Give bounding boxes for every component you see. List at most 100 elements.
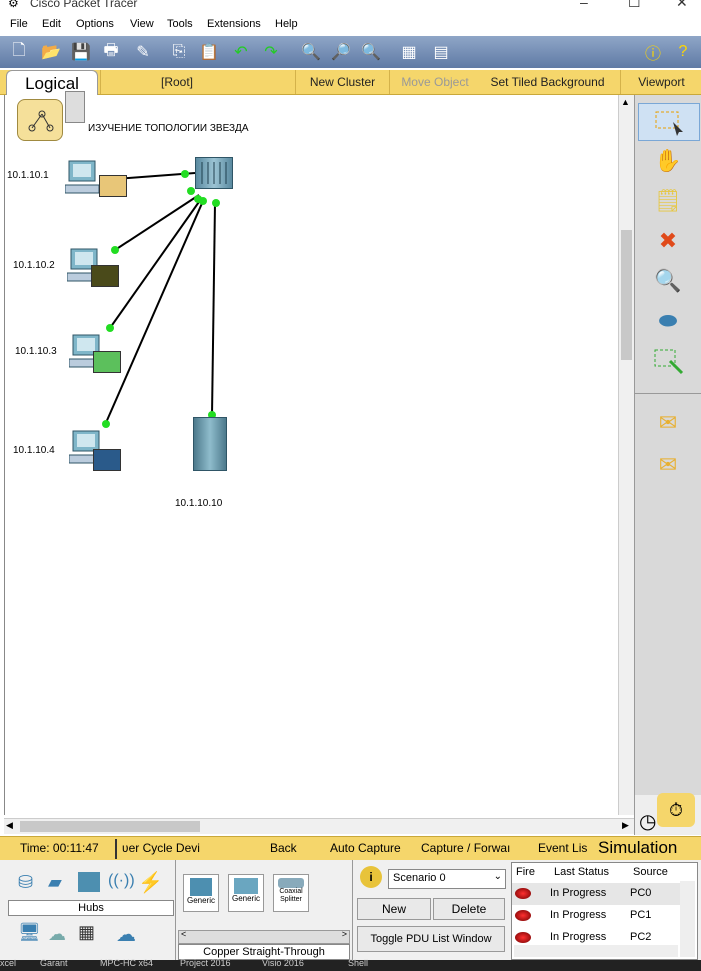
fire-icon[interactable]: [515, 932, 531, 943]
pdu-envelope-icon[interactable]: [93, 351, 121, 373]
zoom-in-icon[interactable]: 🔍: [300, 41, 322, 63]
menu-extensions[interactable]: Extensions: [207, 18, 261, 30]
link-pc1: [114, 194, 200, 251]
draw-shape-icon[interactable]: ⬬: [638, 303, 698, 339]
maximize-icon[interactable]: ☐: [628, 0, 641, 11]
connections-category-icon[interactable]: ⚡: [138, 870, 163, 895]
switch-category-icon[interactable]: ▰: [48, 872, 62, 893]
new-file-icon[interactable]: 🗋: [8, 41, 30, 63]
help-icon[interactable]: ?: [672, 41, 694, 63]
simulation-mode-tab[interactable]: Simulation: [598, 838, 677, 858]
new-scenario-button[interactable]: New: [357, 898, 431, 920]
scroll-thumb[interactable]: [621, 230, 632, 360]
palette-icon[interactable]: ▦: [398, 41, 420, 63]
redo-icon[interactable]: ↷: [260, 41, 282, 63]
set-tiled-background-button[interactable]: Set Tiled Background: [480, 70, 615, 94]
pdu-envelope-icon[interactable]: [91, 265, 119, 287]
server-device[interactable]: [193, 417, 227, 471]
toggle-pdu-list-button[interactable]: Toggle PDU List Window: [357, 926, 505, 952]
taskbar-item[interactable]: Garant: [40, 958, 68, 968]
menu-view[interactable]: View: [130, 18, 154, 30]
add-simple-pdu-icon[interactable]: ✉: [638, 405, 698, 441]
fire-icon[interactable]: [515, 888, 531, 899]
custom-devices-icon[interactable]: ▦: [78, 922, 95, 943]
capture-forward-button[interactable]: Capture / Forwaı: [421, 841, 510, 855]
auto-capture-button[interactable]: Auto Capture: [330, 841, 401, 855]
save-icon[interactable]: 💾: [70, 41, 92, 63]
pdu-envelope-icon[interactable]: [93, 449, 121, 471]
device-list-scrollbar[interactable]: < >: [178, 929, 350, 944]
new-cluster-button[interactable]: New Cluster: [295, 70, 389, 94]
menu-file[interactable]: File: [10, 18, 28, 30]
wireless-category-icon[interactable]: ((·)): [108, 872, 135, 890]
print-icon[interactable]: 🖶: [100, 41, 122, 63]
logical-workspace-canvas[interactable]: ИЗУЧЕНИЕ ТОПОЛОГИИ ЗВЕЗДА 10.1.10.1 10.1…: [4, 91, 635, 815]
table-horizontal-scrollbar[interactable]: [514, 945, 678, 957]
fire-icon[interactable]: [515, 910, 531, 921]
custom-device-icon[interactable]: ▤: [430, 41, 452, 63]
inspect-icon[interactable]: 🔍: [638, 263, 698, 299]
scroll-up-icon[interactable]: ▲: [621, 97, 630, 107]
activity-wizard-icon[interactable]: ✎: [132, 41, 154, 63]
scroll-right-icon[interactable]: ▶: [622, 820, 629, 831]
power-cycle-button[interactable]: ʋer Cycle Devi: [122, 841, 200, 855]
resize-shape-icon[interactable]: [638, 343, 698, 379]
ip-label: 10.1.10.4: [13, 445, 55, 456]
copy-icon[interactable]: ⎘: [168, 41, 190, 63]
zoom-out-icon[interactable]: 🔍: [360, 41, 382, 63]
clock-icon[interactable]: ◷: [639, 809, 656, 834]
taskbar-item[interactable]: Visio 2016: [262, 958, 304, 968]
pdu-envelope-icon[interactable]: [99, 175, 127, 197]
menu-edit[interactable]: Edit: [42, 18, 61, 30]
end-devices-icon[interactable]: 🖥: [18, 922, 41, 943]
menu-options[interactable]: Options: [76, 18, 114, 30]
bar-divider: [115, 839, 117, 859]
chevron-down-icon[interactable]: ⌄: [494, 871, 502, 882]
back-button[interactable]: Back: [270, 841, 297, 855]
canvas-horizontal-scrollbar[interactable]: ◀ ▶: [4, 818, 634, 834]
open-folder-icon[interactable]: 📂: [40, 41, 62, 63]
move-object-button[interactable]: Move Object: [389, 70, 480, 94]
canvas-vertical-scrollbar[interactable]: ▲: [618, 95, 634, 815]
table-vertical-scrollbar[interactable]: [680, 881, 695, 957]
hub-device[interactable]: [195, 157, 233, 189]
stopwatch-icon[interactable]: ⏱: [657, 793, 695, 827]
delete-icon[interactable]: ✖: [638, 223, 698, 259]
info-icon[interactable]: ⓘ: [642, 41, 664, 63]
select-tool-icon[interactable]: [638, 103, 700, 141]
hub-category-icon[interactable]: [78, 872, 100, 892]
multiuser-icon[interactable]: ☁: [116, 922, 136, 947]
generic-hub-2[interactable]: Generic: [228, 874, 264, 912]
table-row[interactable]: In Progress PC0: [512, 883, 682, 905]
wan-emulation-icon[interactable]: ☁: [48, 924, 66, 945]
scroll-left-icon[interactable]: ◀: [6, 820, 13, 831]
coaxial-splitter[interactable]: Coaxial Splitter: [273, 874, 309, 912]
router-category-icon[interactable]: ⛁: [18, 872, 33, 893]
menu-tools[interactable]: Tools: [167, 18, 193, 30]
table-row[interactable]: In Progress PC1: [512, 905, 682, 927]
close-icon[interactable]: ✕: [676, 0, 688, 11]
info-icon[interactable]: i: [360, 866, 382, 888]
root-label[interactable]: [Root]: [100, 70, 253, 94]
event-list-button[interactable]: Event Lis: [538, 841, 587, 855]
panel-divider: [175, 860, 176, 960]
taskbar-item[interactable]: MPC-HC x64: [100, 958, 153, 968]
minimize-icon[interactable]: –: [580, 0, 588, 10]
scenario-select[interactable]: Scenario 0 ⌄: [388, 869, 506, 889]
delete-scenario-button[interactable]: Delete: [433, 898, 505, 920]
taskbar-item[interactable]: Shell: [348, 958, 368, 968]
realtime-sim-switch[interactable]: ◷ ⏱: [635, 793, 701, 835]
add-complex-pdu-icon[interactable]: ✉: [638, 447, 698, 483]
scenario-value: Scenario 0: [393, 872, 446, 884]
place-note-icon[interactable]: 🗒: [638, 183, 698, 219]
viewport-button[interactable]: Viewport: [620, 70, 701, 94]
undo-icon[interactable]: ↶: [230, 41, 252, 63]
zoom-reset-icon[interactable]: 🔎: [330, 41, 352, 63]
scroll-thumb[interactable]: [20, 821, 200, 832]
inspect-hand-icon[interactable]: ✋: [638, 143, 698, 179]
menu-help[interactable]: Help: [275, 18, 298, 30]
taskbar-item[interactable]: Project 2016: [180, 958, 231, 968]
generic-hub-1[interactable]: Generic: [183, 874, 219, 912]
paste-icon[interactable]: 📋: [198, 41, 220, 63]
taskbar-item[interactable]: xcel: [0, 958, 16, 968]
